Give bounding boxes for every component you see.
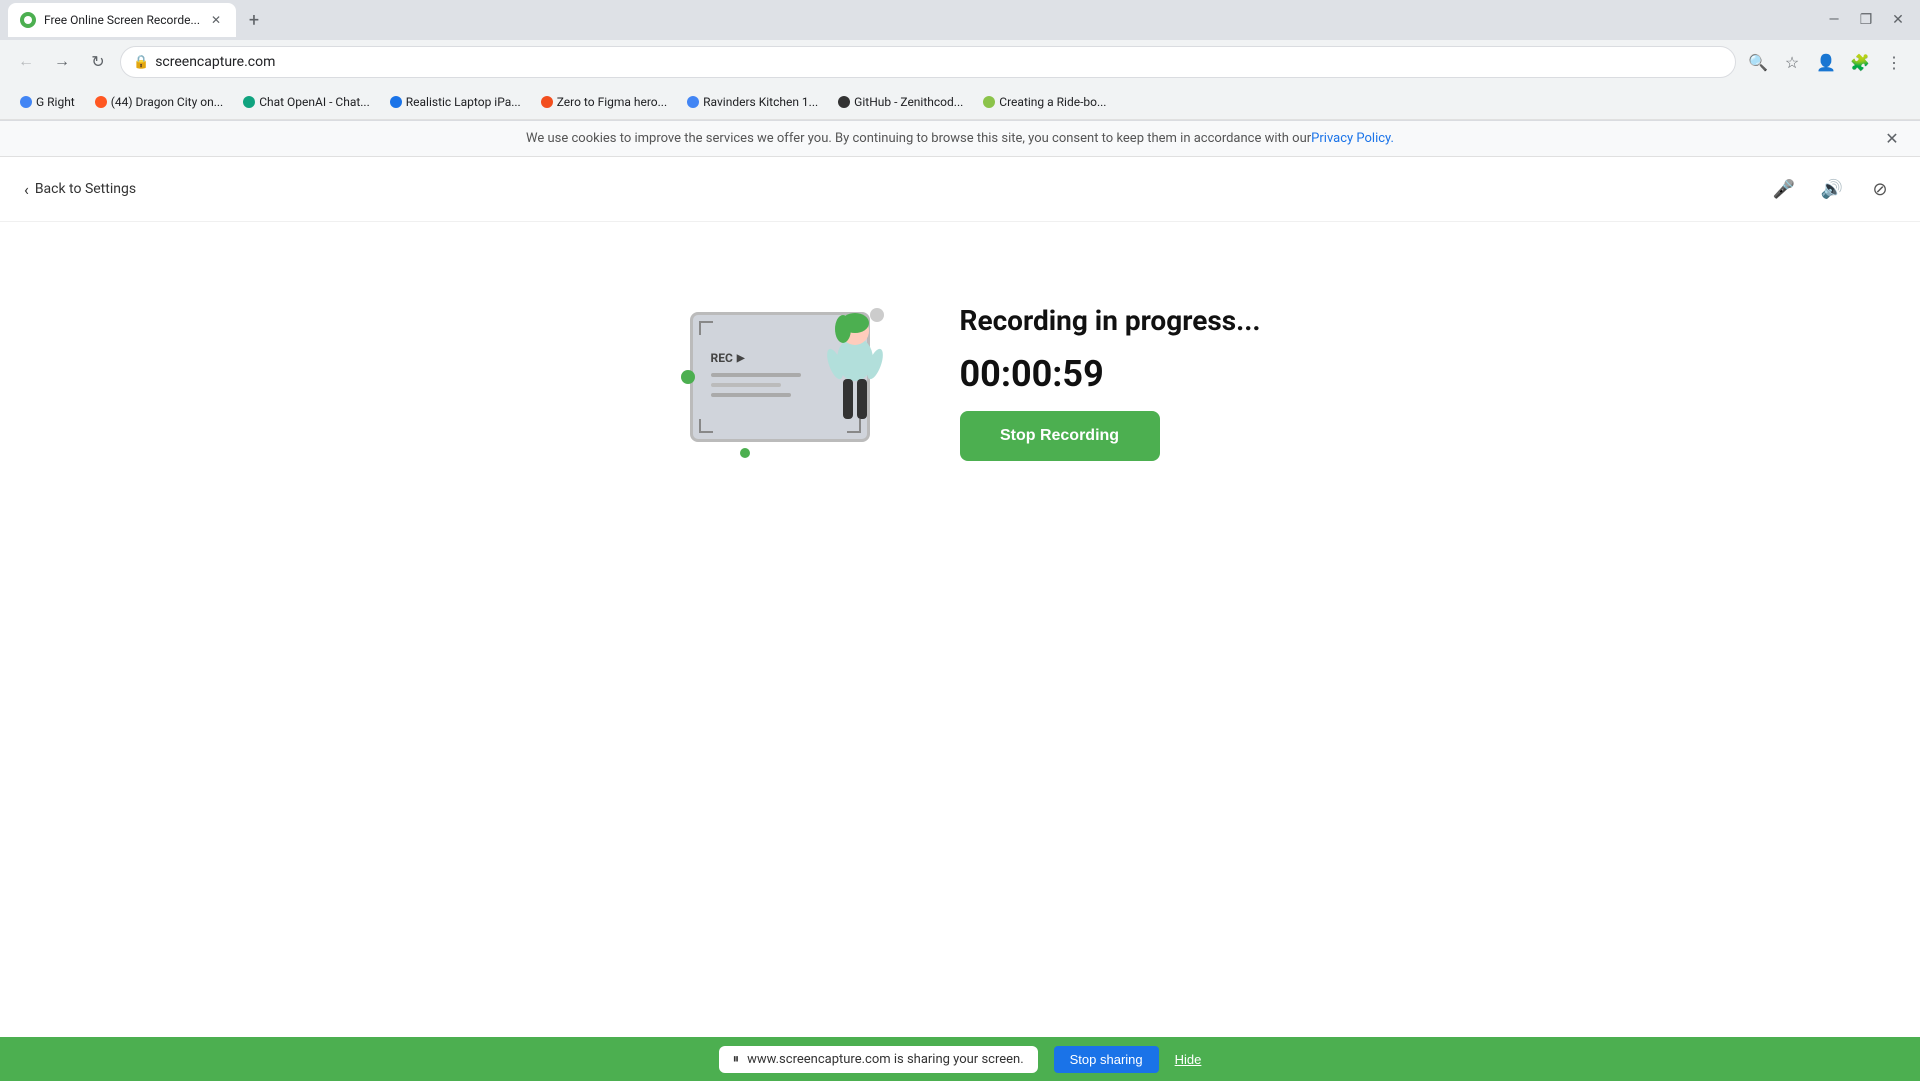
- nav-bar: ← → ↻ 🔒 screencapture.com 🔍 ☆ 👤 🧩 ⋮: [0, 40, 1920, 84]
- forward-nav-button[interactable]: →: [48, 48, 76, 76]
- toolbar-right-icons: 🎤 🔊 ⊘: [1768, 173, 1896, 205]
- main-area: REC ▶: [0, 222, 1920, 542]
- pause-icon: ⏸: [733, 1052, 740, 1067]
- bookmark-dot: [838, 96, 850, 108]
- lock-icon: 🔒: [133, 55, 149, 70]
- back-button-label: Back to Settings: [35, 181, 136, 197]
- bookmark-kitchen[interactable]: Ravinders Kitchen 1...: [679, 91, 826, 113]
- corner-tl: [699, 321, 713, 335]
- profile-icon[interactable]: 👤: [1812, 48, 1840, 76]
- tab-bar-controls: — ❐ ✕: [1820, 6, 1912, 34]
- page-toolbar: ‹ Back to Settings 🎤 🔊 ⊘: [0, 157, 1920, 222]
- menu-icon[interactable]: ⋮: [1880, 48, 1908, 76]
- restore-button[interactable]: ❐: [1852, 6, 1880, 34]
- microphone-icon[interactable]: 🎤: [1768, 173, 1800, 205]
- play-icon: ▶: [737, 353, 745, 364]
- bookmark-label: GitHub - Zenithcod...: [854, 95, 963, 109]
- bookmark-dot: [687, 96, 699, 108]
- bookmark-dot: [243, 96, 255, 108]
- bookmark-label: Ravinders Kitchen 1...: [703, 95, 818, 109]
- wave-line-3: [711, 393, 791, 397]
- indicator-dot-top: [870, 308, 884, 322]
- recording-status: Recording in progress...: [960, 304, 1261, 337]
- address-url: screencapture.com: [155, 54, 1723, 70]
- privacy-policy-link[interactable]: Privacy Policy.: [1311, 131, 1394, 146]
- bookmark-laptop[interactable]: Realistic Laptop iPa...: [382, 91, 529, 113]
- bookmark-g-right[interactable]: G Right: [12, 91, 83, 113]
- bookmark-dragon[interactable]: (44) Dragon City on...: [87, 91, 231, 113]
- bookmark-github[interactable]: GitHub - Zenithcod...: [830, 91, 971, 113]
- bookmark-icon[interactable]: ☆: [1778, 48, 1806, 76]
- minimize-button[interactable]: —: [1820, 6, 1848, 34]
- cookie-close-button[interactable]: ✕: [1880, 127, 1904, 151]
- stop-sharing-button[interactable]: Stop sharing: [1054, 1046, 1159, 1073]
- bookmark-dot: [20, 96, 32, 108]
- info-section: Recording in progress... 00:00:59 Stop R…: [960, 304, 1261, 461]
- person-svg: [815, 309, 895, 439]
- bookmark-dot: [541, 96, 553, 108]
- bookmark-dot: [983, 96, 995, 108]
- bookmarks-bar: G Right (44) Dragon City on... Chat Open…: [0, 84, 1920, 120]
- page-content: We use cookies to improve the services w…: [0, 121, 1920, 1081]
- search-icon[interactable]: 🔍: [1744, 48, 1772, 76]
- back-nav-button[interactable]: ←: [12, 48, 40, 76]
- address-bar[interactable]: 🔒 screencapture.com: [120, 46, 1736, 78]
- share-info-text: www.screencapture.com is sharing your sc…: [747, 1052, 1024, 1067]
- bookmark-label: Chat OpenAI - Chat...: [259, 95, 370, 109]
- bookmark-dot: [390, 96, 402, 108]
- indicator-dot-bottom: [740, 448, 750, 458]
- active-tab[interactable]: Free Online Screen Recorde... ✕: [8, 3, 236, 37]
- indicator-dot-left: [681, 370, 695, 384]
- share-info-box: ⏸ www.screencapture.com is sharing your …: [719, 1046, 1038, 1073]
- screen-share-banner: ⏸ www.screencapture.com is sharing your …: [0, 1037, 1920, 1081]
- corner-bl: [699, 419, 713, 433]
- tab-bar: Free Online Screen Recorde... ✕ + — ❐ ✕: [0, 0, 1920, 40]
- tab-favicon: [20, 12, 36, 28]
- chevron-left-icon: ‹: [24, 180, 29, 199]
- tab-favicon-dot: [24, 16, 32, 24]
- recording-illustration: REC ▶: [660, 302, 900, 462]
- reload-button[interactable]: ↻: [84, 48, 112, 76]
- close-button[interactable]: ✕: [1884, 6, 1912, 34]
- rec-label: REC ▶: [711, 351, 745, 365]
- wave-line-1: [711, 373, 801, 377]
- bookmark-label: G Right: [36, 95, 75, 109]
- cookie-banner: We use cookies to improve the services w…: [0, 121, 1920, 157]
- tab-close-button[interactable]: ✕: [208, 12, 224, 28]
- bookmark-label: Creating a Ride-bo...: [999, 95, 1106, 109]
- bookmark-label: Zero to Figma hero...: [557, 95, 667, 109]
- new-tab-button[interactable]: +: [240, 6, 268, 34]
- wave-line-2: [711, 383, 781, 387]
- hide-button[interactable]: Hide: [1175, 1052, 1202, 1067]
- bookmark-ride[interactable]: Creating a Ride-bo...: [975, 91, 1114, 113]
- bookmark-dot: [95, 96, 107, 108]
- speaker-icon[interactable]: 🔊: [1816, 173, 1848, 205]
- tab-title: Free Online Screen Recorde...: [44, 13, 200, 27]
- browser-chrome: Free Online Screen Recorde... ✕ + — ❐ ✕ …: [0, 0, 1920, 121]
- back-to-settings-button[interactable]: ‹ Back to Settings: [24, 180, 136, 199]
- stop-recording-button[interactable]: Stop Recording: [960, 411, 1160, 461]
- cookie-text: We use cookies to improve the services w…: [526, 131, 1311, 146]
- bookmark-figma[interactable]: Zero to Figma hero...: [533, 91, 675, 113]
- bookmark-openai[interactable]: Chat OpenAI - Chat...: [235, 91, 378, 113]
- nav-right-icons: 🔍 ☆ 👤 🧩 ⋮: [1744, 48, 1908, 76]
- bookmark-label: Realistic Laptop iPa...: [406, 95, 521, 109]
- extension-icon[interactable]: 🧩: [1846, 48, 1874, 76]
- bookmark-label: (44) Dragon City on...: [111, 95, 223, 109]
- recording-timer: 00:00:59: [960, 353, 1261, 395]
- settings-icon[interactable]: ⊘: [1864, 173, 1896, 205]
